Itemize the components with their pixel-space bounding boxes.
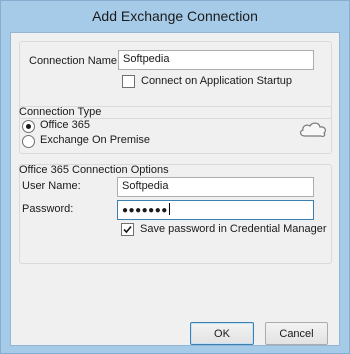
connection-type-group-box: Connection Type Office 365 Exchange On P… bbox=[19, 106, 332, 154]
dialog-window: Add Exchange Connection Connection Name:… bbox=[0, 0, 350, 354]
connection-type-legend: Connection Type bbox=[19, 106, 102, 118]
username-input[interactable]: Softpedia bbox=[117, 177, 314, 197]
exchange-on-premise-label[interactable]: Exchange On Premise bbox=[40, 134, 150, 146]
password-input[interactable]: ●●●●●●● bbox=[117, 200, 314, 220]
connect-on-startup-checkbox[interactable] bbox=[122, 75, 135, 88]
username-label: User Name: bbox=[22, 180, 81, 192]
password-value: ●●●●●●● bbox=[122, 205, 168, 216]
window-title: Add Exchange Connection bbox=[92, 8, 258, 24]
save-password-label[interactable]: Save password in Credential Manager bbox=[140, 223, 327, 235]
title-bar: Add Exchange Connection bbox=[1, 1, 349, 31]
connection-name-label: Connection Name: bbox=[29, 55, 121, 67]
radio-exchange-on-premise[interactable] bbox=[22, 135, 35, 148]
office-365-label[interactable]: Office 365 bbox=[40, 119, 90, 131]
cloud-icon bbox=[299, 122, 326, 137]
connect-on-startup-label[interactable]: Connect on Application Startup bbox=[141, 75, 292, 87]
text-caret bbox=[168, 203, 170, 215]
save-password-checkbox[interactable] bbox=[121, 223, 134, 236]
office365-options-group: Office 365 Connection Options User Name:… bbox=[19, 164, 332, 264]
radio-office-365[interactable] bbox=[22, 120, 35, 133]
cancel-button[interactable]: Cancel bbox=[265, 322, 328, 345]
ok-button[interactable]: OK bbox=[190, 322, 254, 345]
radio-selected-dot bbox=[26, 124, 31, 129]
password-label: Password: bbox=[22, 203, 74, 215]
office365-options-legend: Office 365 Connection Options bbox=[19, 164, 169, 176]
dialog-body: Connection Name: Softpedia Connect on Ap… bbox=[10, 32, 340, 346]
checkmark-icon bbox=[123, 225, 132, 234]
connection-name-input[interactable]: Softpedia bbox=[118, 50, 314, 70]
